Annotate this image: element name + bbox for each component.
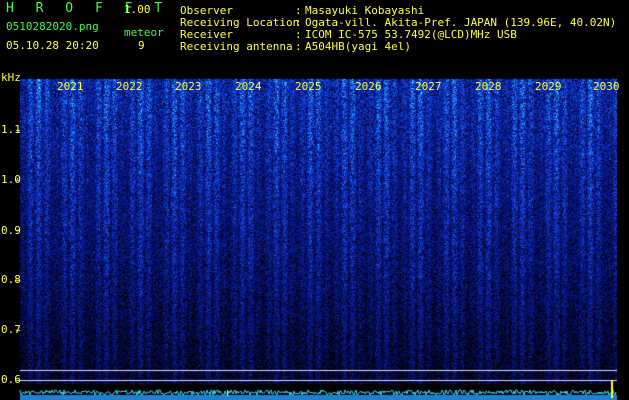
x-tick-2029: 2029 (535, 80, 562, 93)
y-axis-unit: kHz (1, 71, 21, 84)
spectrogram-canvas[interactable] (0, 0, 629, 400)
meteor-count: 9 (138, 39, 145, 52)
x-tick-2030: 2030 (593, 80, 620, 93)
y-tick-1.0: 1.0 (1, 173, 21, 186)
x-tick-2026: 2026 (355, 80, 382, 93)
x-tick-2022: 2022 (116, 80, 143, 93)
datetime-label: 05.10.28 20:20 (6, 39, 99, 52)
x-tick-2025: 2025 (295, 80, 322, 93)
x-tick-2024: 2024 (235, 80, 262, 93)
mode-label: meteor (124, 26, 164, 39)
info-antenna-value: A504HB(yagi 4el) (305, 40, 411, 53)
filename-label: 0510282020.png (6, 20, 99, 33)
y-tick-0.8: 0.8 (1, 273, 21, 286)
x-tick-2027: 2027 (415, 80, 442, 93)
y-tick-0.6: 0.6 (1, 373, 21, 386)
x-tick-2021: 2021 (57, 80, 84, 93)
info-antenna-sep: : (295, 40, 302, 53)
app-version: 1.00 (124, 3, 151, 16)
y-tick-0.9: 0.9 (1, 224, 21, 237)
y-tick-0.7: 0.7 (1, 323, 21, 336)
x-tick-2023: 2023 (175, 80, 202, 93)
y-tick-1.1: 1.1 (1, 123, 21, 136)
x-tick-2028: 2028 (475, 80, 502, 93)
info-antenna-key: Receiving antenna (180, 40, 293, 53)
